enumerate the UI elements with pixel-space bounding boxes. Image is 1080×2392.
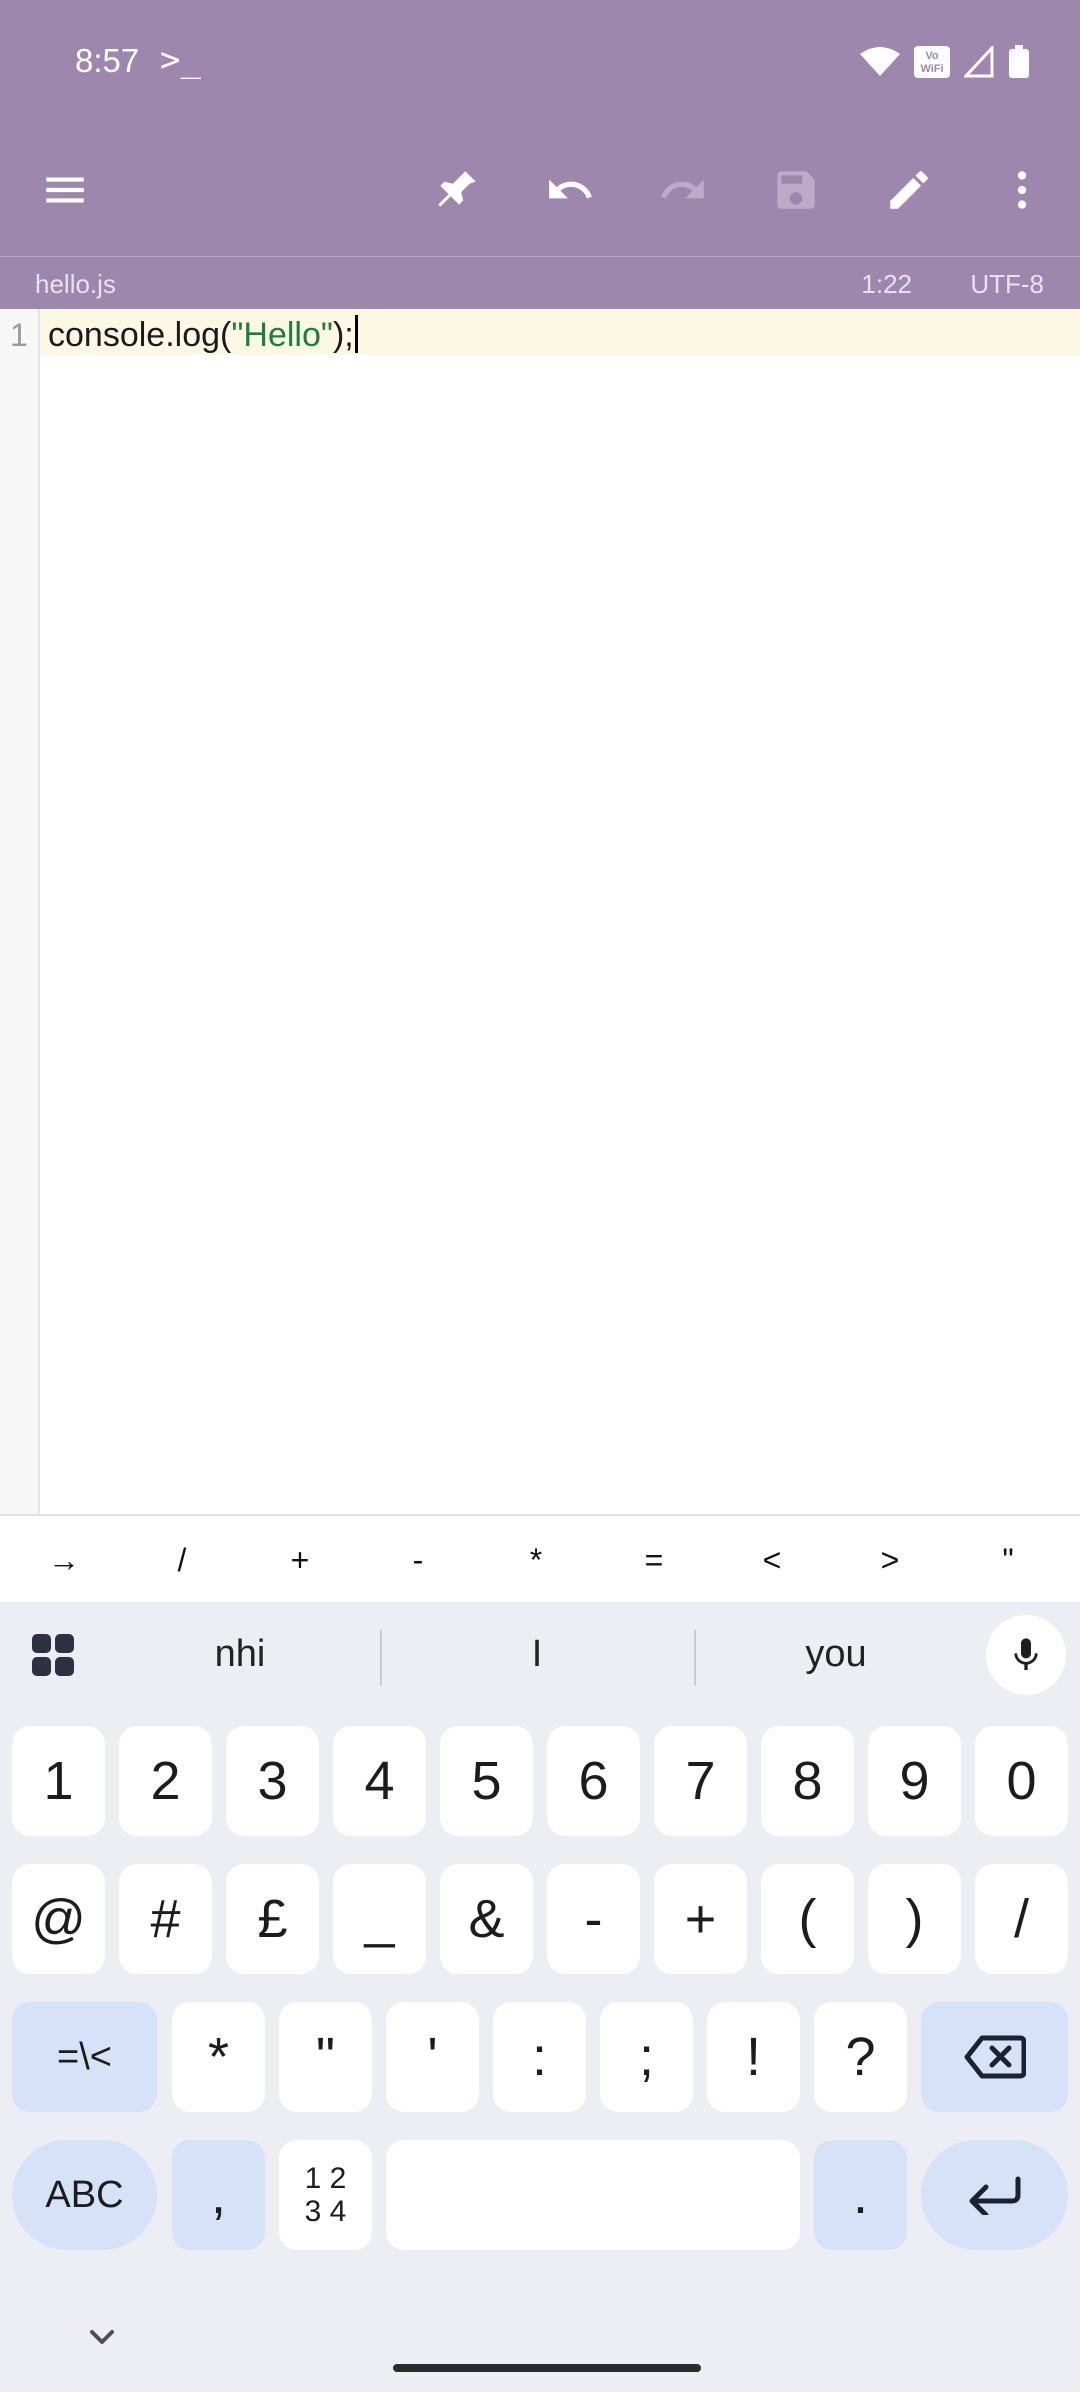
key-3[interactable]: 3: [226, 1726, 319, 1836]
pin-button[interactable]: [412, 140, 502, 240]
key-5[interactable]: 5: [440, 1726, 533, 1836]
abc-key[interactable]: ABC: [12, 2140, 157, 2250]
symbol-greater-than-key[interactable]: >: [831, 1516, 949, 1604]
key-7[interactable]: 7: [654, 1726, 747, 1836]
space-bar[interactable]: [386, 2140, 800, 2250]
apps-grid-icon: [32, 1633, 74, 1676]
key-question[interactable]: ?: [814, 2002, 907, 2112]
suggestion-2[interactable]: I: [382, 1602, 692, 1707]
file-name[interactable]: hello.js: [35, 269, 116, 300]
save-button[interactable]: [751, 140, 841, 240]
vowifi-icon: Vo WiFi: [914, 46, 950, 78]
key-0[interactable]: 0: [975, 1726, 1068, 1836]
terminal-app-icon: >_: [160, 40, 201, 80]
key-apostrophe[interactable]: ': [386, 2002, 479, 2112]
suggestion-strip: nhi I you: [0, 1602, 1080, 1707]
numpad-label-bottom: 3 4: [304, 2195, 347, 2228]
suggestion-1[interactable]: nhi: [100, 1602, 380, 1707]
pin-icon: [438, 171, 476, 207]
file-info-bar: hello.js 1:22 UTF-8: [0, 257, 1080, 309]
key-double-quote[interactable]: ": [279, 2002, 372, 2112]
menu-button[interactable]: [20, 140, 110, 240]
key-6[interactable]: 6: [547, 1726, 640, 1836]
key-exclamation[interactable]: !: [707, 2002, 800, 2112]
key-open-paren[interactable]: (: [761, 1864, 854, 1974]
line-number-gutter: 1: [0, 309, 40, 1514]
hide-keyboard-icon[interactable]: [78, 2318, 126, 2358]
backspace-key[interactable]: [921, 2002, 1068, 2112]
redo-button[interactable]: [638, 140, 728, 240]
hamburger-menu-icon: [46, 177, 84, 203]
cursor-position: 1:22: [861, 269, 912, 299]
symbol-tab-key[interactable]: →: [5, 1516, 123, 1604]
key-hash[interactable]: #: [119, 1864, 212, 1974]
symbol-slash-key[interactable]: /: [123, 1516, 241, 1604]
signal-icon: [964, 46, 994, 78]
key-plus[interactable]: +: [654, 1864, 747, 1974]
text-cursor: [354, 315, 358, 353]
key-4[interactable]: 4: [333, 1726, 426, 1836]
undo-icon: [549, 179, 592, 199]
key-colon[interactable]: :: [493, 2002, 586, 2112]
redo-icon: [661, 179, 704, 199]
save-icon: [777, 171, 815, 209]
key-close-paren[interactable]: ): [868, 1864, 961, 1974]
code-line[interactable]: console.log("Hello");: [48, 315, 358, 355]
string-literal: "Hello": [231, 316, 333, 354]
code-editor[interactable]: 1 console.log("Hello");: [0, 309, 1080, 1514]
key-semicolon[interactable]: ;: [600, 2002, 693, 2112]
key-slash[interactable]: /: [975, 1864, 1068, 1974]
undo-button[interactable]: [525, 140, 615, 240]
suggestion-3[interactable]: you: [696, 1602, 976, 1707]
line-number: 1: [10, 317, 28, 353]
key-ampersand[interactable]: &: [440, 1864, 533, 1974]
battery-icon: [1009, 45, 1029, 78]
numpad-label-top: 1 2: [304, 2162, 347, 2195]
key-8[interactable]: 8: [761, 1726, 854, 1836]
home-indicator[interactable]: [393, 2364, 701, 2372]
key-2[interactable]: 2: [119, 1726, 212, 1836]
status-icons: Vo WiFi: [860, 42, 1030, 82]
key-at[interactable]: @: [12, 1864, 105, 1974]
key-1[interactable]: 1: [12, 1726, 105, 1836]
code-text: console.log(: [48, 316, 232, 354]
key-pound[interactable]: £: [226, 1864, 319, 1974]
key-period[interactable]: .: [814, 2140, 907, 2250]
key-minus[interactable]: -: [547, 1864, 640, 1974]
on-screen-keyboard: nhi I you 1 2 3 4 5 6 7 8 9 0 @ # £ _ & …: [0, 1602, 1080, 2392]
key-9[interactable]: 9: [868, 1726, 961, 1836]
key-comma[interactable]: ,: [172, 2140, 265, 2250]
more-options-button[interactable]: [977, 140, 1067, 240]
status-time: 8:57: [75, 42, 140, 79]
voice-input-button[interactable]: [986, 1615, 1066, 1695]
backspace-icon: [964, 2035, 1026, 2079]
enter-icon: [969, 2176, 1020, 2215]
edit-button[interactable]: [864, 140, 954, 240]
microphone-icon: [1014, 1638, 1038, 1670]
key-underscore[interactable]: _: [333, 1864, 426, 1974]
code-text-end: );: [332, 316, 354, 354]
more-symbols-key[interactable]: =\<: [12, 2002, 157, 2112]
symbol-less-than-key[interactable]: <: [713, 1516, 831, 1604]
app-bar: 8:57 >_ Vo WiFi: [0, 0, 1080, 257]
symbol-equals-key[interactable]: =: [595, 1516, 713, 1604]
apps-grid-button[interactable]: [18, 1602, 88, 1707]
more-vert-icon: [1017, 171, 1027, 209]
symbol-plus-key[interactable]: +: [241, 1516, 359, 1604]
encoding-label[interactable]: UTF-8: [970, 269, 1044, 300]
symbol-asterisk-key[interactable]: *: [477, 1516, 595, 1604]
wifi-icon: [860, 47, 900, 76]
status-bar: 8:57 >_ Vo WiFi: [0, 0, 1080, 125]
pencil-icon: [890, 171, 928, 209]
symbol-minus-key[interactable]: -: [359, 1516, 477, 1604]
symbol-bar: → / + - * = < > ": [0, 1514, 1080, 1604]
key-asterisk[interactable]: *: [172, 2002, 265, 2112]
numpad-key[interactable]: 1 2 3 4: [279, 2140, 372, 2250]
enter-key[interactable]: [921, 2140, 1068, 2250]
symbol-quote-key[interactable]: ": [949, 1516, 1067, 1604]
toolbar: [0, 140, 1080, 240]
